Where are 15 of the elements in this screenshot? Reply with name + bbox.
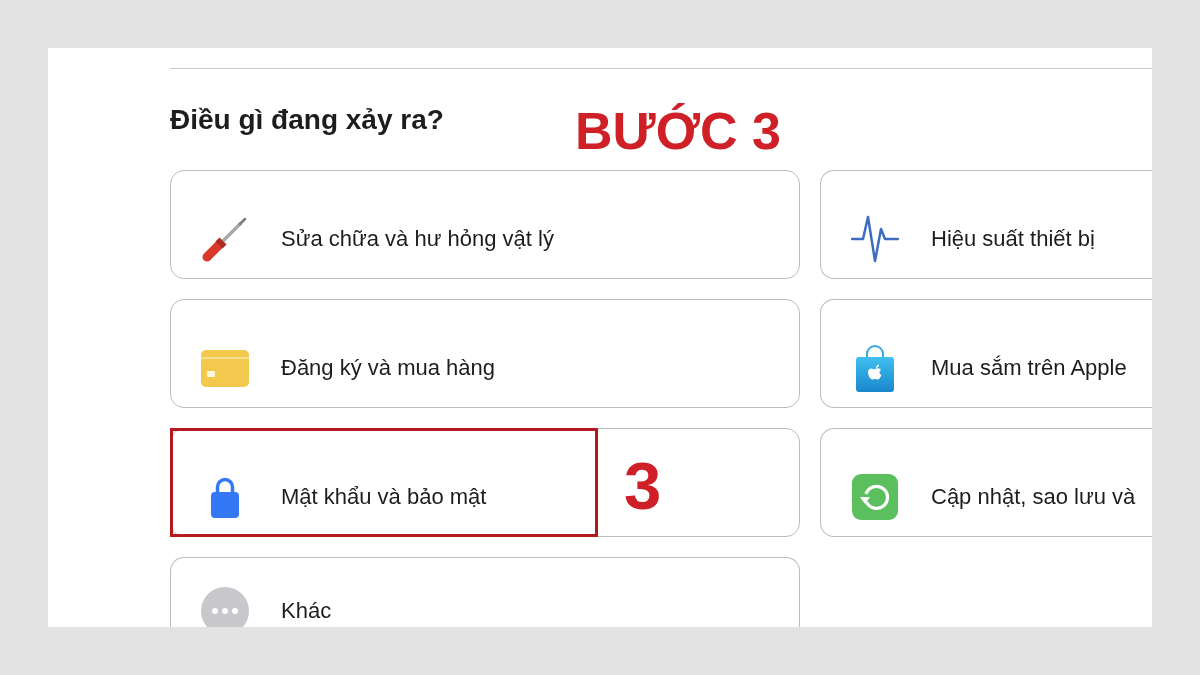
more-icon: [201, 587, 249, 627]
shopping-bag-icon: [855, 344, 895, 392]
topic-card[interactable]: Hiệu suất thiết bị: [820, 170, 1152, 279]
topic-card[interactable]: Khác: [170, 557, 800, 627]
lock-icon: [211, 476, 239, 518]
topic-card[interactable]: Mua sắm trên Apple: [820, 299, 1152, 408]
topic-card[interactable]: Cập nhật, sao lưu và: [820, 428, 1152, 537]
topic-card[interactable]: Sửa chữa và hư hỏng vật lý: [170, 170, 800, 279]
screwdriver-icon: [202, 216, 248, 262]
step-number: 3: [624, 452, 662, 519]
topic-card[interactable]: Đăng ký và mua hàng: [170, 299, 800, 408]
section-heading: Điều gì đang xảy ra?: [170, 103, 444, 137]
pulse-icon: [851, 214, 899, 264]
credit-card-icon: [201, 349, 249, 387]
step-title: BƯỚC 3: [575, 105, 781, 157]
